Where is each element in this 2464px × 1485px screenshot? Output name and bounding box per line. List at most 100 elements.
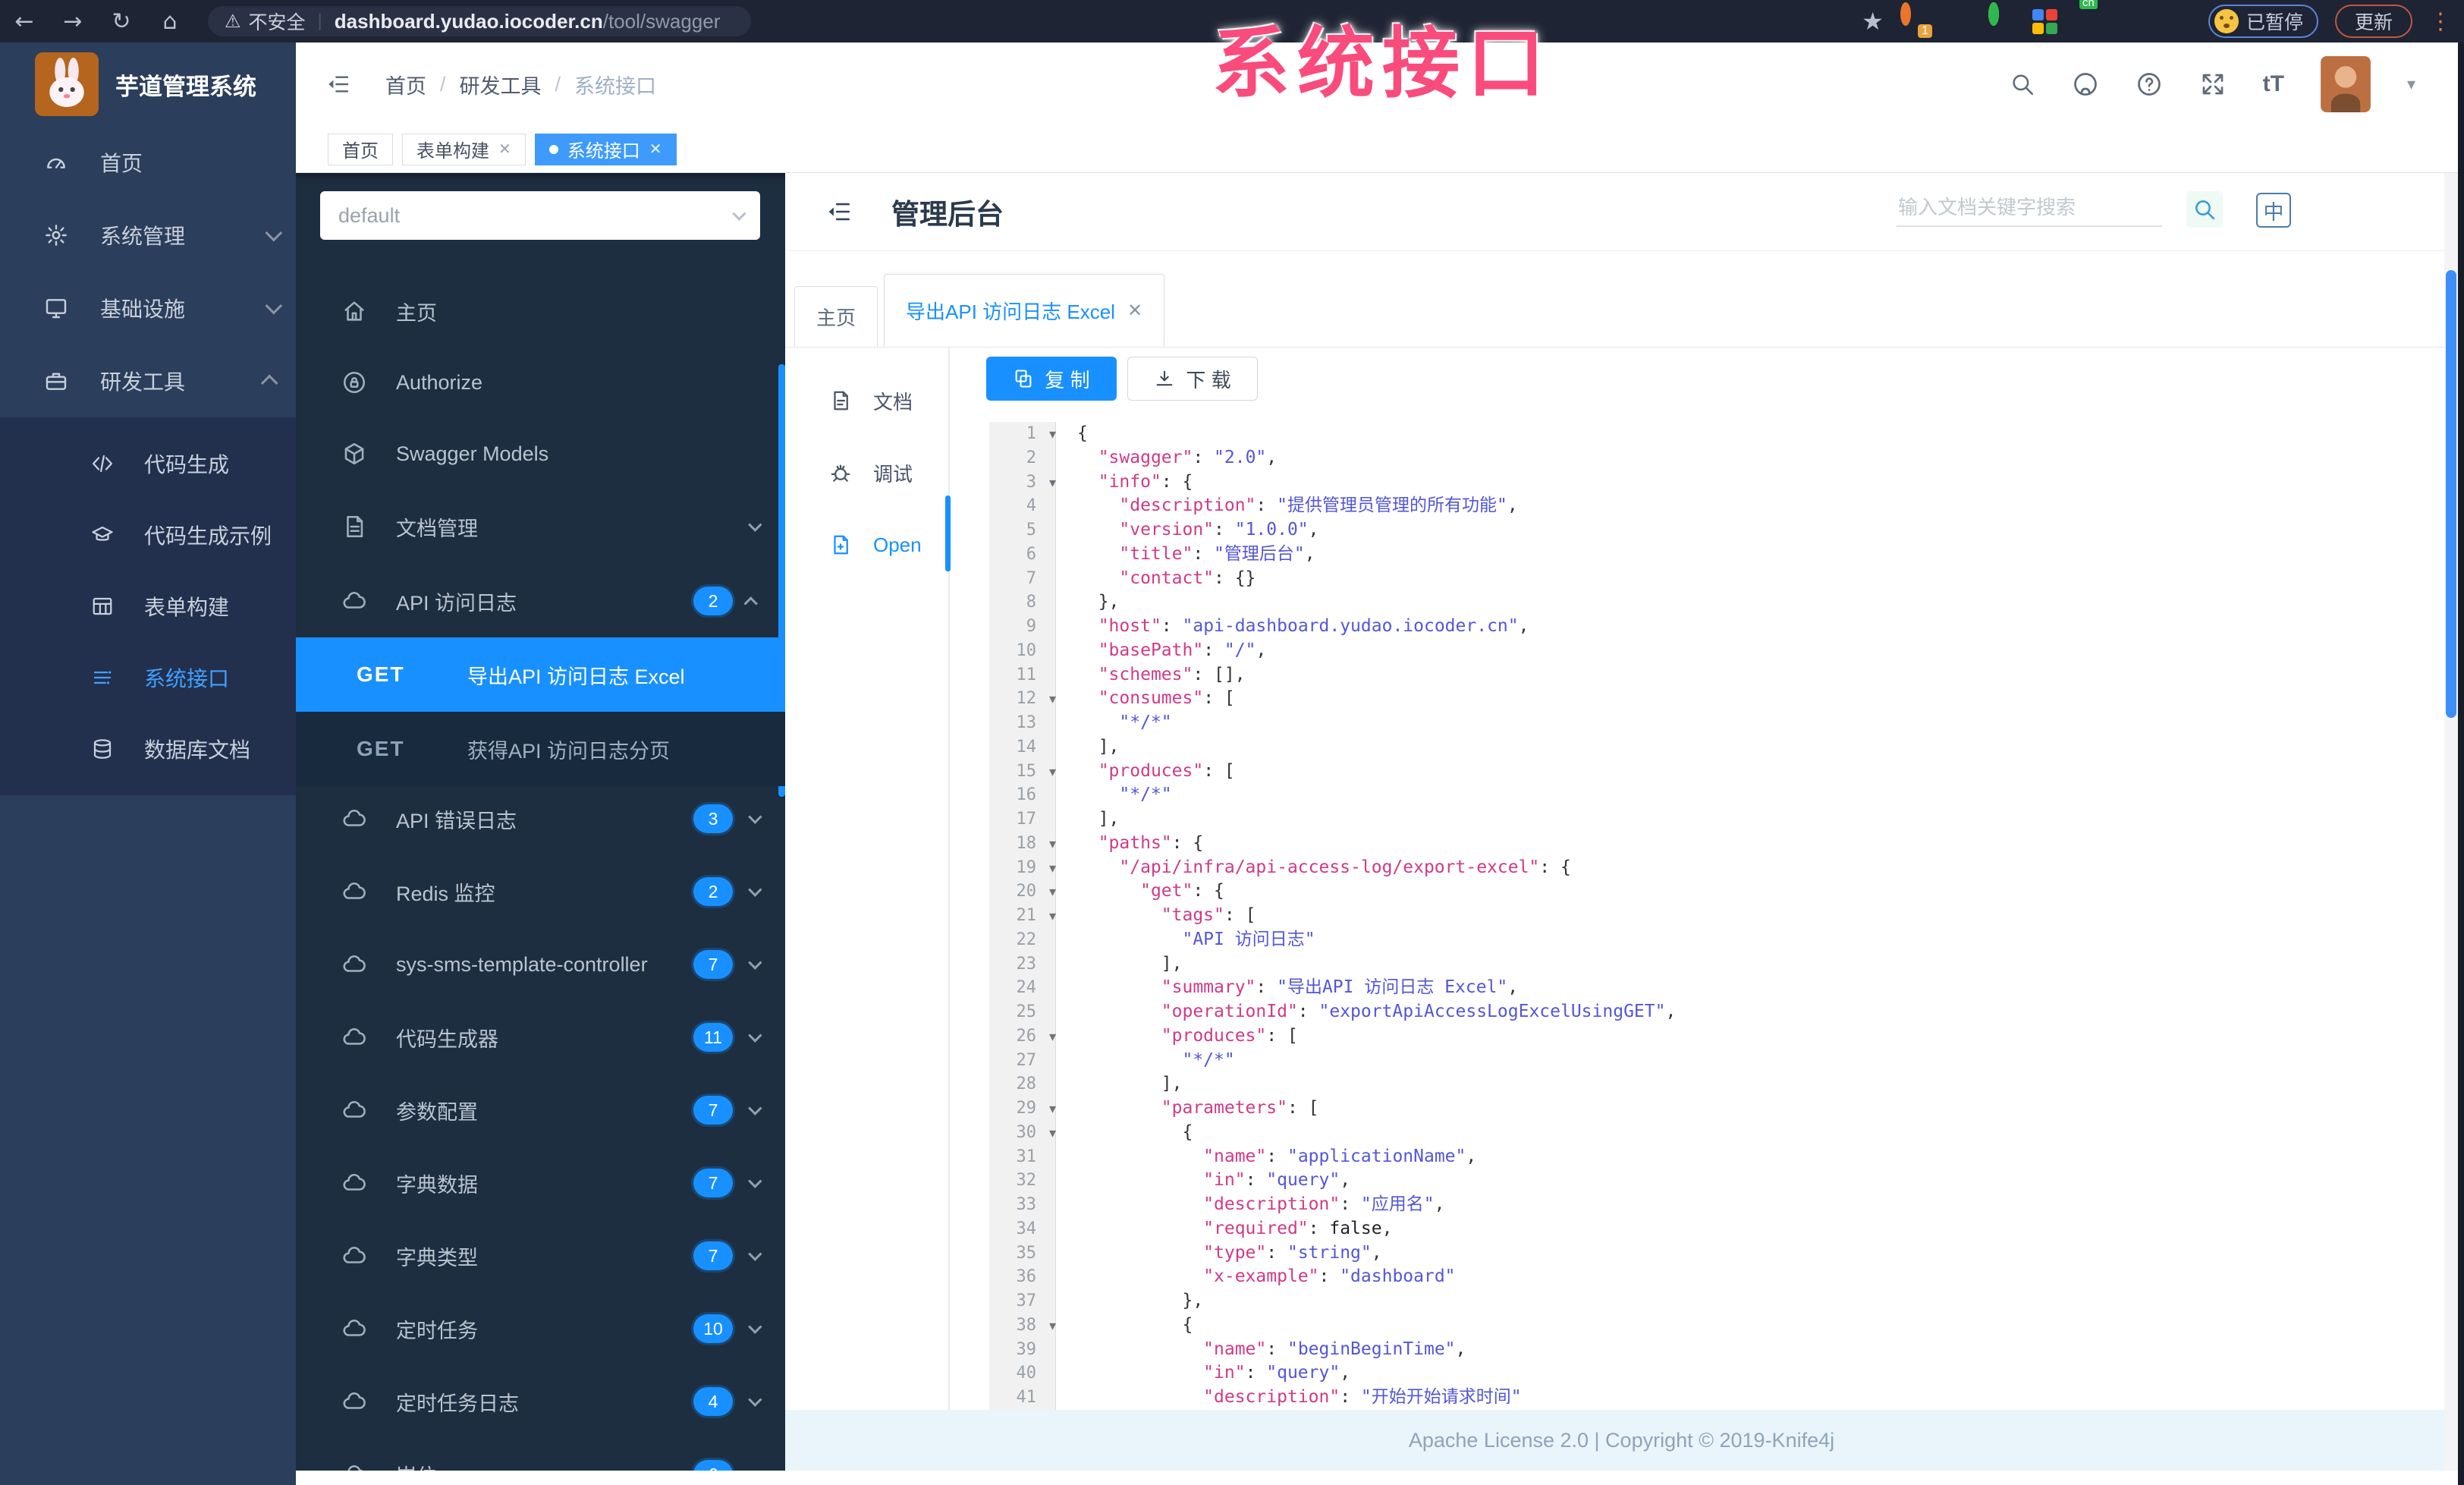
- extension-drop-icon[interactable]: [1944, 8, 1972, 35]
- fold-arrow-icon[interactable]: ▾: [1036, 880, 1056, 905]
- count-badge: 2: [693, 877, 733, 906]
- copy-button[interactable]: 复 制: [986, 357, 1117, 401]
- doc-menu-item-定时任务[interactable]: 定时任务 10: [296, 1300, 785, 1358]
- tagview-tag[interactable]: 系统接口 ✕: [534, 133, 677, 165]
- fold-arrow-icon[interactable]: ▾: [1036, 423, 1056, 447]
- doc-menu-item-文档管理[interactable]: 文档管理: [296, 498, 785, 555]
- language-toggle-icon[interactable]: 中: [2256, 193, 2291, 228]
- sidebar-subitem-表单构建[interactable]: 表单构建: [0, 571, 296, 642]
- doc-menu-item-API 错误日志[interactable]: API 错误日志 3: [296, 790, 785, 848]
- font-size-icon[interactable]: tT: [2263, 71, 2284, 97]
- gutter-cell: 12 ▾: [989, 687, 1057, 712]
- close-icon[interactable]: ✕: [649, 140, 662, 159]
- side-tab-文档[interactable]: 文档: [785, 372, 948, 429]
- doc-menu-item-主页[interactable]: 主页: [296, 282, 785, 340]
- sidebar-subitem-代码生成示例[interactable]: 代码生成示例: [0, 499, 296, 571]
- doc-search-icon[interactable]: [2186, 191, 2223, 228]
- side-tab-调试[interactable]: 调试: [785, 444, 948, 502]
- fold-arrow-icon[interactable]: ▾: [1036, 905, 1056, 929]
- sidebar-collapse-icon[interactable]: [325, 72, 352, 96]
- fold-arrow-icon[interactable]: ▾: [1036, 1025, 1056, 1049]
- gutter-cell: 33: [1016, 1195, 1037, 1214]
- chevron-down-icon: [748, 809, 762, 824]
- browser-update-button[interactable]: 更新: [2334, 5, 2412, 38]
- sidebar-item-首页[interactable]: 首页: [0, 126, 296, 199]
- doc-collapse-icon[interactable]: [825, 199, 853, 225]
- doc-menu-item-定时任务日志[interactable]: 定时任务日志 4: [296, 1373, 785, 1430]
- browser-home-icon[interactable]: ⌂: [146, 8, 194, 35]
- fold-arrow-icon[interactable]: ▾: [1036, 760, 1056, 785]
- sidebar-item-系统管理[interactable]: 系统管理: [0, 199, 296, 272]
- tagview-tag[interactable]: 表单构建 ✕: [402, 133, 526, 165]
- extension-orange-icon[interactable]: 1: [1900, 2, 1932, 38]
- browser-menu-icon[interactable]: ⋮: [2429, 8, 2452, 35]
- address-bar[interactable]: ⚠ 不安全 | dashboard.yudao.iocoder.cn/tool/…: [208, 6, 751, 36]
- extension-leaf-icon[interactable]: [2120, 8, 2148, 35]
- fold-arrow-icon[interactable]: ▾: [1036, 1314, 1056, 1339]
- tagview-tag[interactable]: 首页: [328, 133, 393, 165]
- browser-forward-icon[interactable]: →: [49, 8, 97, 35]
- doc-search-input[interactable]: [1897, 190, 2162, 227]
- github-icon[interactable]: [2072, 71, 2099, 98]
- help-icon[interactable]: [2136, 71, 2163, 98]
- breadcrumb-item[interactable]: 研发工具: [460, 70, 542, 99]
- sidebar-subitem-系统接口[interactable]: 系统接口: [0, 642, 296, 713]
- sidebar-item-研发工具[interactable]: 研发工具: [0, 345, 296, 417]
- header-search-icon[interactable]: [2010, 71, 2035, 97]
- extension-cn-icon[interactable]: cn: [2076, 0, 2104, 35]
- profile-paused-chip[interactable]: 已暂停: [2208, 5, 2318, 38]
- sidebar-subitem-代码生成[interactable]: 代码生成: [0, 428, 296, 499]
- side-tab-Open[interactable]: Open: [785, 516, 948, 574]
- extension-grid-icon[interactable]: [2032, 8, 2060, 35]
- doc-menu-item-Authorize[interactable]: Authorize: [296, 354, 785, 411]
- sidebar-subitem-数据库文档[interactable]: 数据库文档: [0, 713, 296, 785]
- fold-arrow-icon[interactable]: ▾: [1036, 471, 1056, 496]
- extension-flower-icon[interactable]: [2164, 8, 2192, 35]
- doc-menu-item-Redis 监控[interactable]: Redis 监控 2: [296, 863, 785, 920]
- close-icon[interactable]: ✕: [1127, 300, 1142, 322]
- code-text: "in": "query",: [1203, 1363, 1351, 1383]
- fold-arrow-icon[interactable]: ▾: [1036, 832, 1056, 857]
- user-avatar[interactable]: [2321, 56, 2371, 112]
- doc-menu-item-sys-sms-template-controller[interactable]: sys-sms-template-controller 7: [296, 936, 785, 993]
- doc-menu-item-API 访问日志[interactable]: API 访问日志 2: [296, 572, 785, 630]
- page-scrollbar-thumb[interactable]: [2446, 270, 2456, 718]
- app-logo[interactable]: 芋道管理系统: [0, 42, 296, 126]
- sidebar-item-基础设施[interactable]: 基础设施: [0, 272, 296, 345]
- gutter-cell: 41: [1016, 1388, 1037, 1407]
- fullscreen-icon[interactable]: [2199, 71, 2227, 98]
- cloud-icon: [343, 1028, 366, 1045]
- doc-tab-主页[interactable]: 主页: [794, 286, 878, 347]
- code-line: 40 "in": "query",: [989, 1361, 2444, 1386]
- code-line: 12 ▾ "consumes": [: [989, 687, 2444, 711]
- doc-menu-item-字典类型[interactable]: 字典类型 7: [296, 1227, 785, 1285]
- extension-green-ring-icon[interactable]: [1988, 2, 2016, 35]
- doc-menu-item-参数配置[interactable]: 参数配置 7: [296, 1081, 785, 1139]
- fold-arrow-icon[interactable]: ▾: [1036, 687, 1056, 712]
- close-icon[interactable]: ✕: [498, 140, 511, 159]
- doc-menu-item-代码生成器[interactable]: 代码生成器 11: [296, 1008, 785, 1066]
- code-editor[interactable]: 1 ▾{2 "swagger": "2.0", 3 ▾ "info": {4 "des…: [989, 422, 2444, 1410]
- endpoint-item[interactable]: GET 导出API 访问日志 Excel: [296, 637, 785, 712]
- browser-back-icon[interactable]: ←: [0, 8, 49, 35]
- code-line: 3 ▾ "info": {: [989, 470, 2444, 495]
- fold-arrow-icon[interactable]: ▾: [1036, 1122, 1056, 1146]
- doc-page-icon: [834, 391, 848, 411]
- bookmark-star-icon[interactable]: ★: [1862, 7, 1884, 36]
- breadcrumb-item[interactable]: 首页: [385, 70, 426, 99]
- download-button[interactable]: 下 载: [1127, 357, 1258, 401]
- endpoint-item[interactable]: GET 获得API 访问日志分页: [296, 712, 785, 786]
- window-edge: [2458, 42, 2464, 1485]
- fold-arrow-icon[interactable]: ▾: [1036, 1097, 1056, 1122]
- code-text: "parameters": [: [1161, 1098, 1319, 1118]
- browser-reload-icon[interactable]: ↻: [97, 8, 146, 35]
- rabbit-logo-icon: [35, 52, 99, 116]
- doc-menu-item-字典数据[interactable]: 字典数据 7: [296, 1154, 785, 1212]
- user-caret-icon[interactable]: ▾: [2407, 74, 2415, 94]
- api-group-select[interactable]: default: [320, 191, 760, 240]
- gutter-cell: 1 ▾: [989, 422, 1056, 447]
- doc-menu-item-岗位[interactable]: 岗位6: [296, 1446, 785, 1471]
- doc-menu-item-Swagger Models[interactable]: Swagger Models: [296, 425, 785, 483]
- doc-tab-导出API 访问日志 Excel[interactable]: 导出API 访问日志 Excel ✕: [884, 274, 1165, 347]
- fold-arrow-icon[interactable]: ▾: [1036, 857, 1056, 881]
